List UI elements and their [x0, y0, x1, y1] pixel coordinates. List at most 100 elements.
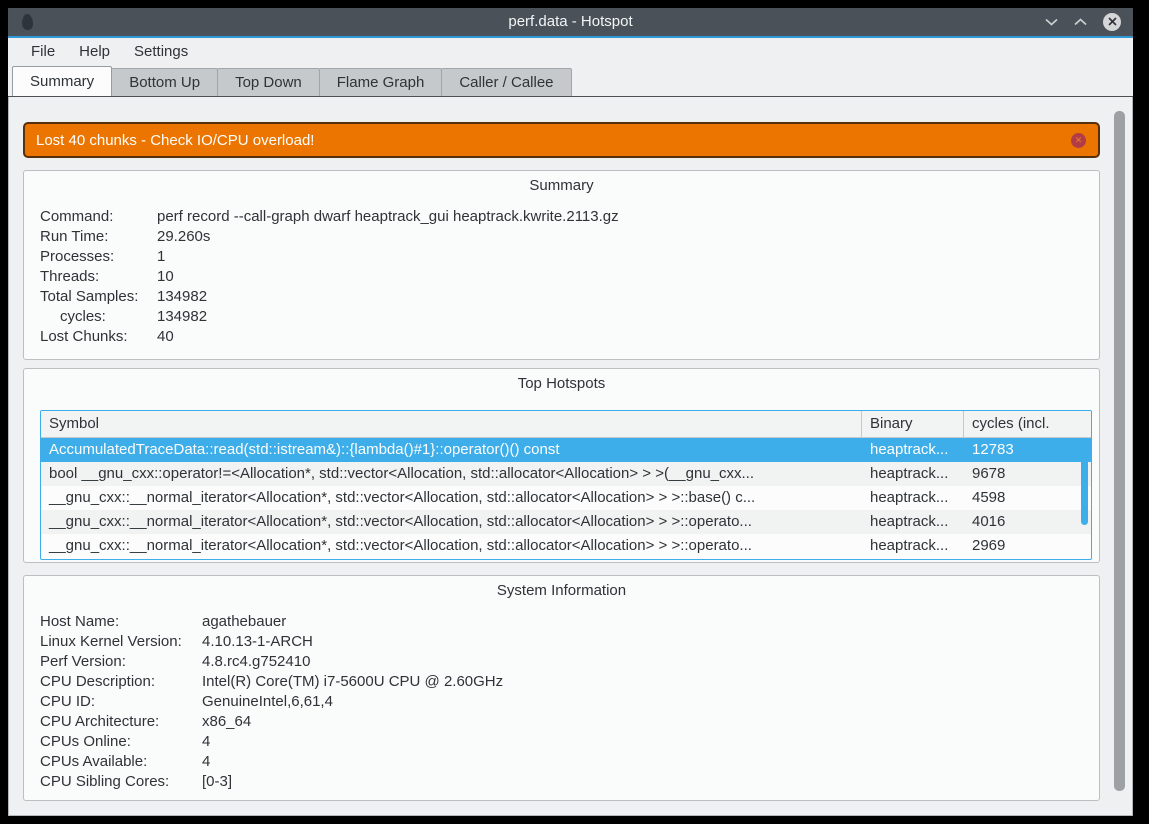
sysinfo-row-cpus-online: CPUs Online: 4 [24, 732, 1099, 752]
sysinfo-row-cpu-architecture: CPU Architecture: x86_64 [24, 712, 1099, 732]
tab-bottom-up[interactable]: Bottom Up [111, 68, 218, 96]
field-label: CPU Description: [40, 672, 202, 692]
cell-binary: heaptrack... [862, 510, 964, 534]
hotspots-table: Symbol Binary cycles (incl. AccumulatedT… [40, 410, 1092, 560]
hotspots-groupbox: Top Hotspots Symbol Binary cycles (incl.… [23, 368, 1100, 563]
titlebar: perf.data - Hotspot [8, 8, 1133, 36]
field-value: 4.10.13-1-ARCH [202, 632, 313, 652]
field-value: x86_64 [202, 712, 251, 732]
tab-flame-graph[interactable]: Flame Graph [319, 68, 443, 96]
page-scrollbar-track[interactable] [1110, 99, 1130, 813]
field-label: Run Time: [40, 227, 157, 247]
banner-close-icon: ✕ [1075, 136, 1083, 145]
hotspots-table-header: Symbol Binary cycles (incl. [41, 411, 1091, 438]
table-row[interactable]: AccumulatedTraceData::read(std::istream&… [41, 438, 1091, 462]
system-info-groupbox: System Information Host Name: agathebaue… [23, 575, 1100, 801]
table-row[interactable]: __gnu_cxx::__normal_iterator<Allocation*… [41, 486, 1091, 510]
field-value: 40 [157, 327, 174, 347]
field-label: Lost Chunks: [40, 327, 157, 347]
banner-close-button[interactable]: ✕ [1071, 133, 1086, 148]
warning-banner-text: Lost 40 chunks - Check IO/CPU overload! [25, 132, 1071, 149]
summary-row-lost-chunks: Lost Chunks: 40 [24, 327, 1099, 347]
header-spacer [1079, 411, 1091, 437]
cell-symbol: __gnu_cxx::__normal_iterator<Allocation*… [41, 486, 862, 510]
cell-binary: heaptrack... [862, 462, 964, 486]
field-value: agathebauer [202, 612, 286, 632]
cell-binary: heaptrack... [862, 534, 964, 558]
column-header-cycles[interactable]: cycles (incl. [964, 411, 1079, 437]
cell-cycles: 4016 [964, 510, 1079, 534]
field-value: 10 [157, 267, 174, 287]
field-value: GenuineIntel,6,61,4 [202, 692, 333, 712]
summary-page: Lost 40 chunks - Check IO/CPU overload! … [8, 97, 1133, 816]
field-label: Command: [40, 207, 157, 227]
table-row[interactable]: __gnu_cxx::__normal_iterator<Allocation*… [41, 510, 1091, 534]
field-value: 134982 [157, 287, 207, 307]
summary-row-command: Command: perf record --call-graph dwarf … [24, 207, 1099, 227]
field-value: [0-3] [202, 772, 232, 792]
close-icon [1108, 13, 1117, 31]
page-scrollbar-handle[interactable] [1114, 111, 1125, 791]
sysinfo-row-cpu-id: CPU ID: GenuineIntel,6,61,4 [24, 692, 1099, 712]
column-header-binary[interactable]: Binary [862, 411, 964, 437]
app-window: perf.data - Hotspot File Help Settin [8, 8, 1133, 816]
cell-cycles: 9678 [964, 462, 1079, 486]
menu-help[interactable]: Help [67, 40, 122, 64]
row-spacer [1079, 534, 1091, 558]
table-scrollbar[interactable] [1081, 445, 1088, 525]
field-label: Linux Kernel Version: [40, 632, 202, 652]
cell-symbol: __gnu_cxx::__normal_iterator<Allocation*… [41, 534, 862, 558]
field-label: CPUs Online: [40, 732, 202, 752]
field-label: CPU Architecture: [40, 712, 202, 732]
cell-binary: heaptrack... [862, 486, 964, 510]
tab-top-down[interactable]: Top Down [217, 68, 320, 96]
field-value: Intel(R) Core(TM) i7-5600U CPU @ 2.60GHz [202, 672, 503, 692]
field-label: CPU Sibling Cores: [40, 772, 202, 792]
close-button[interactable] [1103, 13, 1121, 31]
summary-row-cycles: cycles: 134982 [24, 307, 1099, 327]
tab-caller-callee[interactable]: Caller / Callee [441, 68, 571, 96]
field-value: perf record --call-graph dwarf heaptrack… [157, 207, 619, 227]
sysinfo-row-host-name: Host Name: agathebauer [24, 612, 1099, 632]
menu-settings[interactable]: Settings [122, 40, 200, 64]
field-label: Threads: [40, 267, 157, 287]
maximize-button[interactable] [1074, 13, 1087, 31]
cell-symbol: __gnu_cxx::__normal_iterator<Allocation*… [41, 510, 862, 534]
chevron-down-icon [1045, 13, 1058, 31]
summary-row-run-time: Run Time: 29.260s [24, 227, 1099, 247]
summary-groupbox: Summary Command: perf record --call-grap… [23, 170, 1100, 360]
field-label: CPU ID: [40, 692, 202, 712]
system-info-rows: Host Name: agathebauer Linux Kernel Vers… [24, 599, 1099, 792]
sysinfo-row-perf-version: Perf Version: 4.8.rc4.g752410 [24, 652, 1099, 672]
cell-cycles: 4598 [964, 486, 1079, 510]
field-value: 29.260s [157, 227, 210, 247]
sysinfo-row-kernel: Linux Kernel Version: 4.10.13-1-ARCH [24, 632, 1099, 652]
column-header-symbol[interactable]: Symbol [41, 411, 862, 437]
field-value: 134982 [157, 307, 207, 327]
window-title: perf.data - Hotspot [8, 8, 1133, 36]
tabbar: Summary Bottom Up Top Down Flame Graph C… [8, 66, 1133, 97]
cell-symbol: AccumulatedTraceData::read(std::istream&… [41, 438, 862, 462]
summary-row-threads: Threads: 10 [24, 267, 1099, 287]
cell-binary: heaptrack... [862, 438, 964, 462]
menu-file[interactable]: File [19, 40, 67, 64]
summary-rows: Command: perf record --call-graph dwarf … [24, 194, 1099, 347]
field-label: Total Samples: [40, 287, 157, 307]
chevron-up-icon [1074, 13, 1087, 31]
field-label: cycles: [40, 307, 157, 327]
sysinfo-row-cpus-available: CPUs Available: 4 [24, 752, 1099, 772]
table-row[interactable]: bool __gnu_cxx::operator!=<Allocation*, … [41, 462, 1091, 486]
field-label: Processes: [40, 247, 157, 267]
summary-row-total-samples: Total Samples: 134982 [24, 287, 1099, 307]
table-row[interactable]: __gnu_cxx::__normal_iterator<Allocation*… [41, 534, 1091, 558]
menubar: File Help Settings [8, 38, 1133, 66]
cell-symbol: bool __gnu_cxx::operator!=<Allocation*, … [41, 462, 862, 486]
field-value: 4 [202, 752, 210, 772]
field-value: 1 [157, 247, 165, 267]
summary-row-processes: Processes: 1 [24, 247, 1099, 267]
cell-cycles: 2969 [964, 534, 1079, 558]
tab-summary[interactable]: Summary [12, 66, 112, 96]
minimize-button[interactable] [1045, 13, 1058, 31]
system-info-groupbox-title: System Information [24, 576, 1099, 599]
cell-cycles: 12783 [964, 438, 1079, 462]
